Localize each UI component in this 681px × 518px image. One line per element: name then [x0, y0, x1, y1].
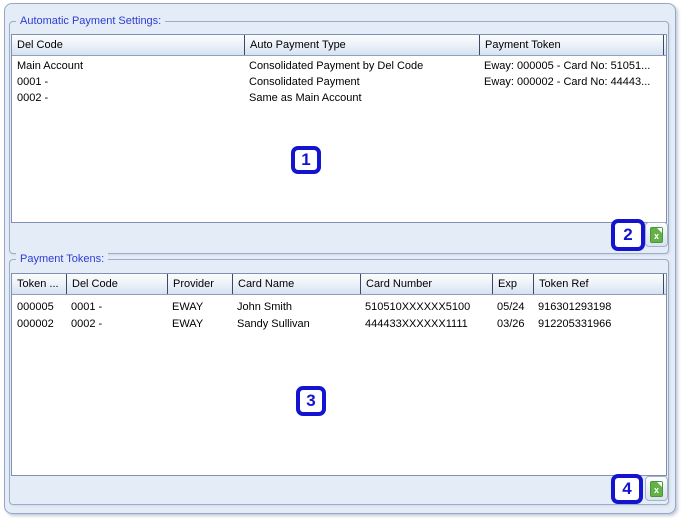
- cell-token-ref: 916301293198: [538, 300, 612, 313]
- table-row[interactable]: Main Account Consolidated Payment by Del…: [12, 58, 666, 74]
- cell-card-name: Sandy Sullivan: [237, 317, 310, 330]
- export-excel-button-settings[interactable]: x: [645, 222, 668, 247]
- cell-payment-token: Eway: 000002 - Card No: 44443...: [484, 76, 651, 88]
- excel-x-glyph: x: [653, 230, 659, 241]
- table-row[interactable]: 000002 0002 - EWAY Sandy Sullivan 444433…: [12, 315, 666, 332]
- automatic-payment-settings-table[interactable]: Del Code Auto Payment Type Payment Token…: [11, 34, 667, 223]
- cell-del-code: 0001 -: [71, 300, 103, 313]
- table-header-row: Del Code Auto Payment Type Payment Token: [12, 35, 666, 56]
- callout-3: 3: [296, 386, 326, 416]
- cell-del-code: 0002 -: [17, 92, 49, 104]
- payment-tokens-title: Payment Tokens:: [16, 252, 109, 266]
- cell-token-ref: 912205331966: [538, 317, 612, 330]
- cell-card-number: 510510XXXXXX5100: [365, 300, 471, 313]
- column-header-card-name[interactable]: Card Name: [232, 274, 360, 294]
- cell-provider: EWAY: [172, 300, 204, 313]
- file-fold-corner: [657, 227, 662, 233]
- cell-del-code: 0001 -: [17, 76, 49, 88]
- payment-tokens-table[interactable]: Token ... Del Code Provider Card Name Ca…: [11, 273, 667, 476]
- cell-del-code: Main Account: [17, 60, 84, 72]
- table-body: 000005 0001 - EWAY John Smith 510510XXXX…: [12, 295, 666, 332]
- cell-exp: 03/26: [497, 317, 525, 330]
- column-header-del-code[interactable]: Del Code: [12, 35, 244, 55]
- column-header-token[interactable]: Token ...: [12, 274, 66, 294]
- cell-auto-payment-type: Consolidated Payment by Del Code: [249, 60, 424, 72]
- callout-4: 4: [611, 474, 643, 504]
- column-header-token-ref[interactable]: Token Ref: [533, 274, 664, 294]
- excel-x-glyph: x: [653, 484, 659, 495]
- column-header-card-number[interactable]: Card Number: [360, 274, 492, 294]
- table-row[interactable]: 000005 0001 - EWAY John Smith 510510XXXX…: [12, 298, 666, 315]
- automatic-payment-settings-title: Automatic Payment Settings:: [16, 14, 166, 28]
- excel-export-icon: x: [650, 480, 663, 497]
- table-body: Main Account Consolidated Payment by Del…: [12, 56, 666, 106]
- cell-payment-token: [479, 90, 666, 106]
- callout-2: 2: [611, 219, 645, 251]
- column-header-del-code[interactable]: Del Code: [66, 274, 167, 294]
- cell-exp: 05/24: [497, 300, 525, 313]
- column-header-payment-token[interactable]: Payment Token: [479, 35, 664, 55]
- table-row[interactable]: 0002 - Same as Main Account: [12, 90, 666, 106]
- cell-card-number: 444433XXXXXX1111: [365, 317, 468, 330]
- column-header-exp[interactable]: Exp: [492, 274, 533, 294]
- table-row[interactable]: 0001 - Consolidated Payment Eway: 000002…: [12, 74, 666, 90]
- cell-auto-payment-type: Same as Main Account: [249, 92, 362, 104]
- export-excel-button-tokens[interactable]: x: [645, 476, 668, 501]
- table-header-row: Token ... Del Code Provider Card Name Ca…: [12, 274, 666, 295]
- cell-card-name: John Smith: [237, 300, 293, 313]
- cell-payment-token: Eway: 000005 - Card No: 51051...: [484, 60, 651, 72]
- callout-1: 1: [291, 146, 321, 174]
- payment-settings-panel: Automatic Payment Settings: Del Code Aut…: [4, 3, 676, 514]
- cell-auto-payment-type: Consolidated Payment: [249, 76, 360, 88]
- cell-token: 000005: [17, 300, 54, 313]
- cell-del-code: 0002 -: [71, 317, 103, 330]
- column-header-provider[interactable]: Provider: [167, 274, 232, 294]
- cell-token: 000002: [17, 317, 54, 330]
- excel-export-icon: x: [650, 226, 663, 243]
- cell-provider: EWAY: [172, 317, 204, 330]
- column-header-auto-payment-type[interactable]: Auto Payment Type: [244, 35, 479, 55]
- file-fold-corner: [657, 481, 662, 487]
